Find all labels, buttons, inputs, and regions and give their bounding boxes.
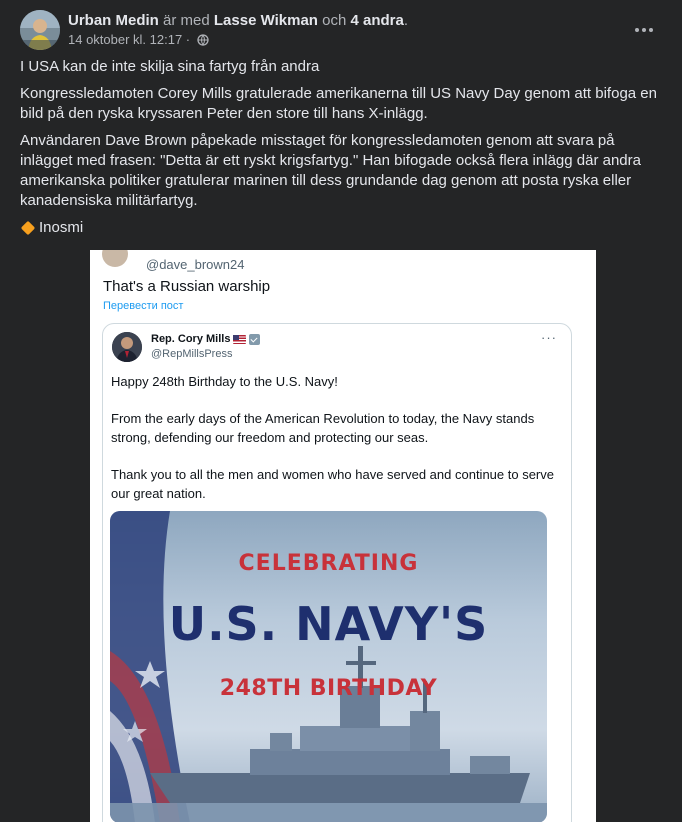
tweet-screenshot: @dave_brown24 That's a Russian warship П… bbox=[90, 250, 596, 822]
post-meta: 14 oktober kl. 12:17 · bbox=[68, 31, 209, 49]
post-paragraph: I USA kan de inte skilja sina fartyg frå… bbox=[20, 58, 320, 75]
quoted-avatar bbox=[112, 332, 142, 362]
reply-handle: @dave_brown24 bbox=[146, 257, 245, 272]
with-text: är med bbox=[158, 12, 214, 29]
quoted-paragraph: Thank you to all the men and women who h… bbox=[111, 467, 554, 501]
quoted-paragraph: Happy 248th Birthday to the U.S. Navy! bbox=[111, 374, 338, 389]
graphic-line-3: 248TH BIRTHDAY bbox=[219, 676, 438, 701]
author-avatar[interactable] bbox=[20, 10, 60, 50]
us-flag-icon bbox=[233, 334, 247, 344]
quoted-body: Happy 248th Birthday to the U.S. Navy! F… bbox=[111, 372, 559, 521]
author-line: Urban Medin är med Lasse Wikman och 4 an… bbox=[68, 11, 408, 31]
facebook-post: Urban Medin är med Lasse Wikman och 4 an… bbox=[0, 0, 682, 250]
more-options-icon[interactable] bbox=[630, 16, 658, 44]
post-body: I USA kan de inte skilja sina fartyg frå… bbox=[20, 57, 662, 238]
reply-text: That's a Russian warship bbox=[103, 278, 271, 295]
post-paragraph: Kongressledamoten Corey Mills gratulerad… bbox=[20, 85, 657, 122]
tagged-person[interactable]: Lasse Wikman bbox=[214, 12, 318, 29]
tagged-others[interactable]: 4 andra bbox=[350, 12, 403, 29]
graphic-line-2: U.S. NAVY'S bbox=[168, 597, 489, 651]
and-text: och bbox=[317, 12, 351, 29]
graphic-line-1: CELEBRATING bbox=[238, 551, 419, 576]
post-paragraph: Användaren Dave Brown påpekade misstaget… bbox=[20, 132, 641, 209]
period-text: . bbox=[403, 12, 409, 29]
navy-birthday-graphic: CELEBRATING U.S. NAVY'S 248TH BIRTHDAY bbox=[110, 511, 547, 822]
quoted-more-icon: ··· bbox=[541, 330, 557, 345]
quoted-tweet: Rep. Cory Mills @RepMillsPress ··· Happy… bbox=[102, 323, 572, 822]
quoted-paragraph: From the early days of the American Revo… bbox=[111, 411, 535, 445]
source-name: Inosmi bbox=[39, 219, 84, 236]
orange-diamond-icon bbox=[20, 220, 36, 236]
post-header: Urban Medin är med Lasse Wikman och 4 an… bbox=[20, 10, 666, 50]
post-timestamp[interactable]: 14 oktober kl. 12:17 · bbox=[68, 32, 190, 47]
post-image[interactable]: @dave_brown24 That's a Russian warship П… bbox=[0, 250, 682, 822]
source-line: Inosmi bbox=[20, 218, 662, 238]
reply-avatar bbox=[102, 250, 128, 267]
quoted-name-row: Rep. Cory Mills bbox=[151, 333, 261, 345]
author-name[interactable]: Urban Medin bbox=[68, 12, 159, 29]
verified-badge-icon bbox=[249, 333, 261, 345]
quoted-handle: @RepMillsPress bbox=[151, 348, 233, 360]
quoted-name: Rep. Cory Mills bbox=[151, 333, 231, 345]
globe-icon bbox=[197, 34, 209, 46]
translate-link: Перевести пост bbox=[103, 300, 184, 312]
